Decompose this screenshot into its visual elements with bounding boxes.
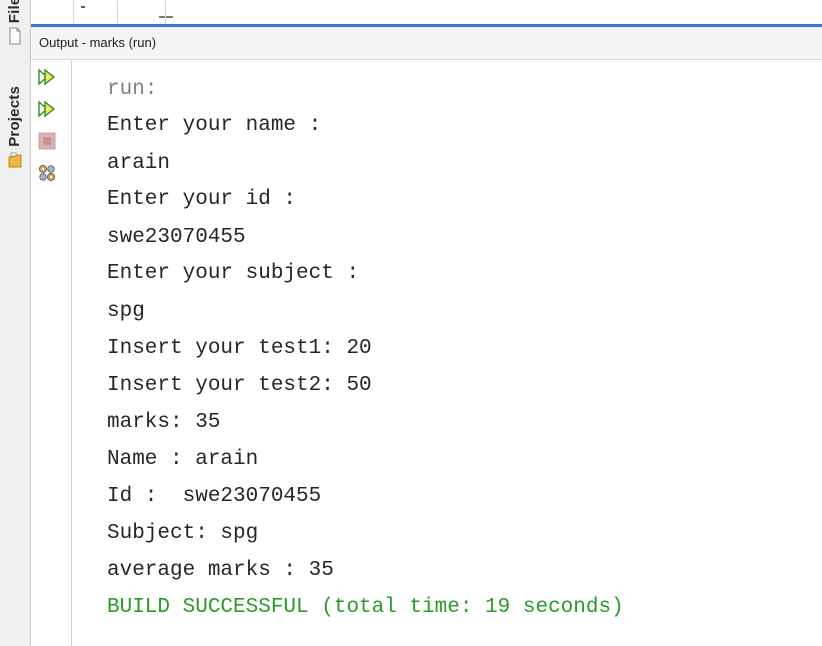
console-line: average marks : 35 (107, 559, 334, 582)
files-tab[interactable]: Files (2, 0, 28, 45)
rerun-with-parameters-icon (38, 100, 56, 118)
console-line: run: (107, 78, 158, 101)
stop-icon (38, 132, 56, 150)
rerun-button[interactable] (36, 66, 58, 88)
console-line: spg (107, 300, 145, 323)
build-status-line: BUILD SUCCESSFUL (total time: 19 seconds… (107, 596, 624, 619)
editor-tab-stub[interactable] (117, 0, 166, 24)
files-tab-label: Files (6, 0, 23, 24)
console-line: Insert your test2: 50 (107, 374, 372, 397)
rerun-icon (38, 68, 56, 86)
console-line: swe23070455 (107, 226, 246, 249)
editor-tab-stub[interactable] (73, 0, 173, 24)
console-line: Subject: spg (107, 522, 259, 545)
console-line: Id : swe23070455 (107, 485, 322, 508)
console-line: Enter your name : (107, 114, 322, 137)
output-toolbar (31, 60, 72, 646)
console-line: Enter your subject : (107, 262, 360, 285)
ide-window: Files Projects Output - marks (run) run:… (0, 0, 822, 646)
console-line: Name : arain (107, 448, 259, 471)
editor-tab-stub[interactable] (31, 0, 85, 24)
folder-icon (8, 152, 22, 168)
side-tab-strip: Files Projects (0, 0, 31, 646)
console-line: Enter your id : (107, 188, 297, 211)
console-output[interactable]: run: Enter your name : arain Enter your … (72, 60, 822, 646)
projects-tab[interactable]: Projects (2, 86, 28, 169)
output-tab-header[interactable]: Output - marks (run) (31, 27, 822, 60)
console-line: arain (107, 152, 171, 175)
projects-tab-label: Projects (6, 86, 23, 147)
output-settings-button[interactable] (36, 162, 58, 184)
console-line: Insert your test1: 20 (107, 337, 372, 360)
rerun-with-parameters-button[interactable] (36, 98, 58, 120)
console-line: marks: 35 (107, 411, 221, 434)
settings-icon (38, 164, 56, 182)
stop-button[interactable] (36, 130, 58, 152)
file-icon (9, 27, 21, 45)
output-tab-title: Output - marks (run) (39, 35, 157, 50)
